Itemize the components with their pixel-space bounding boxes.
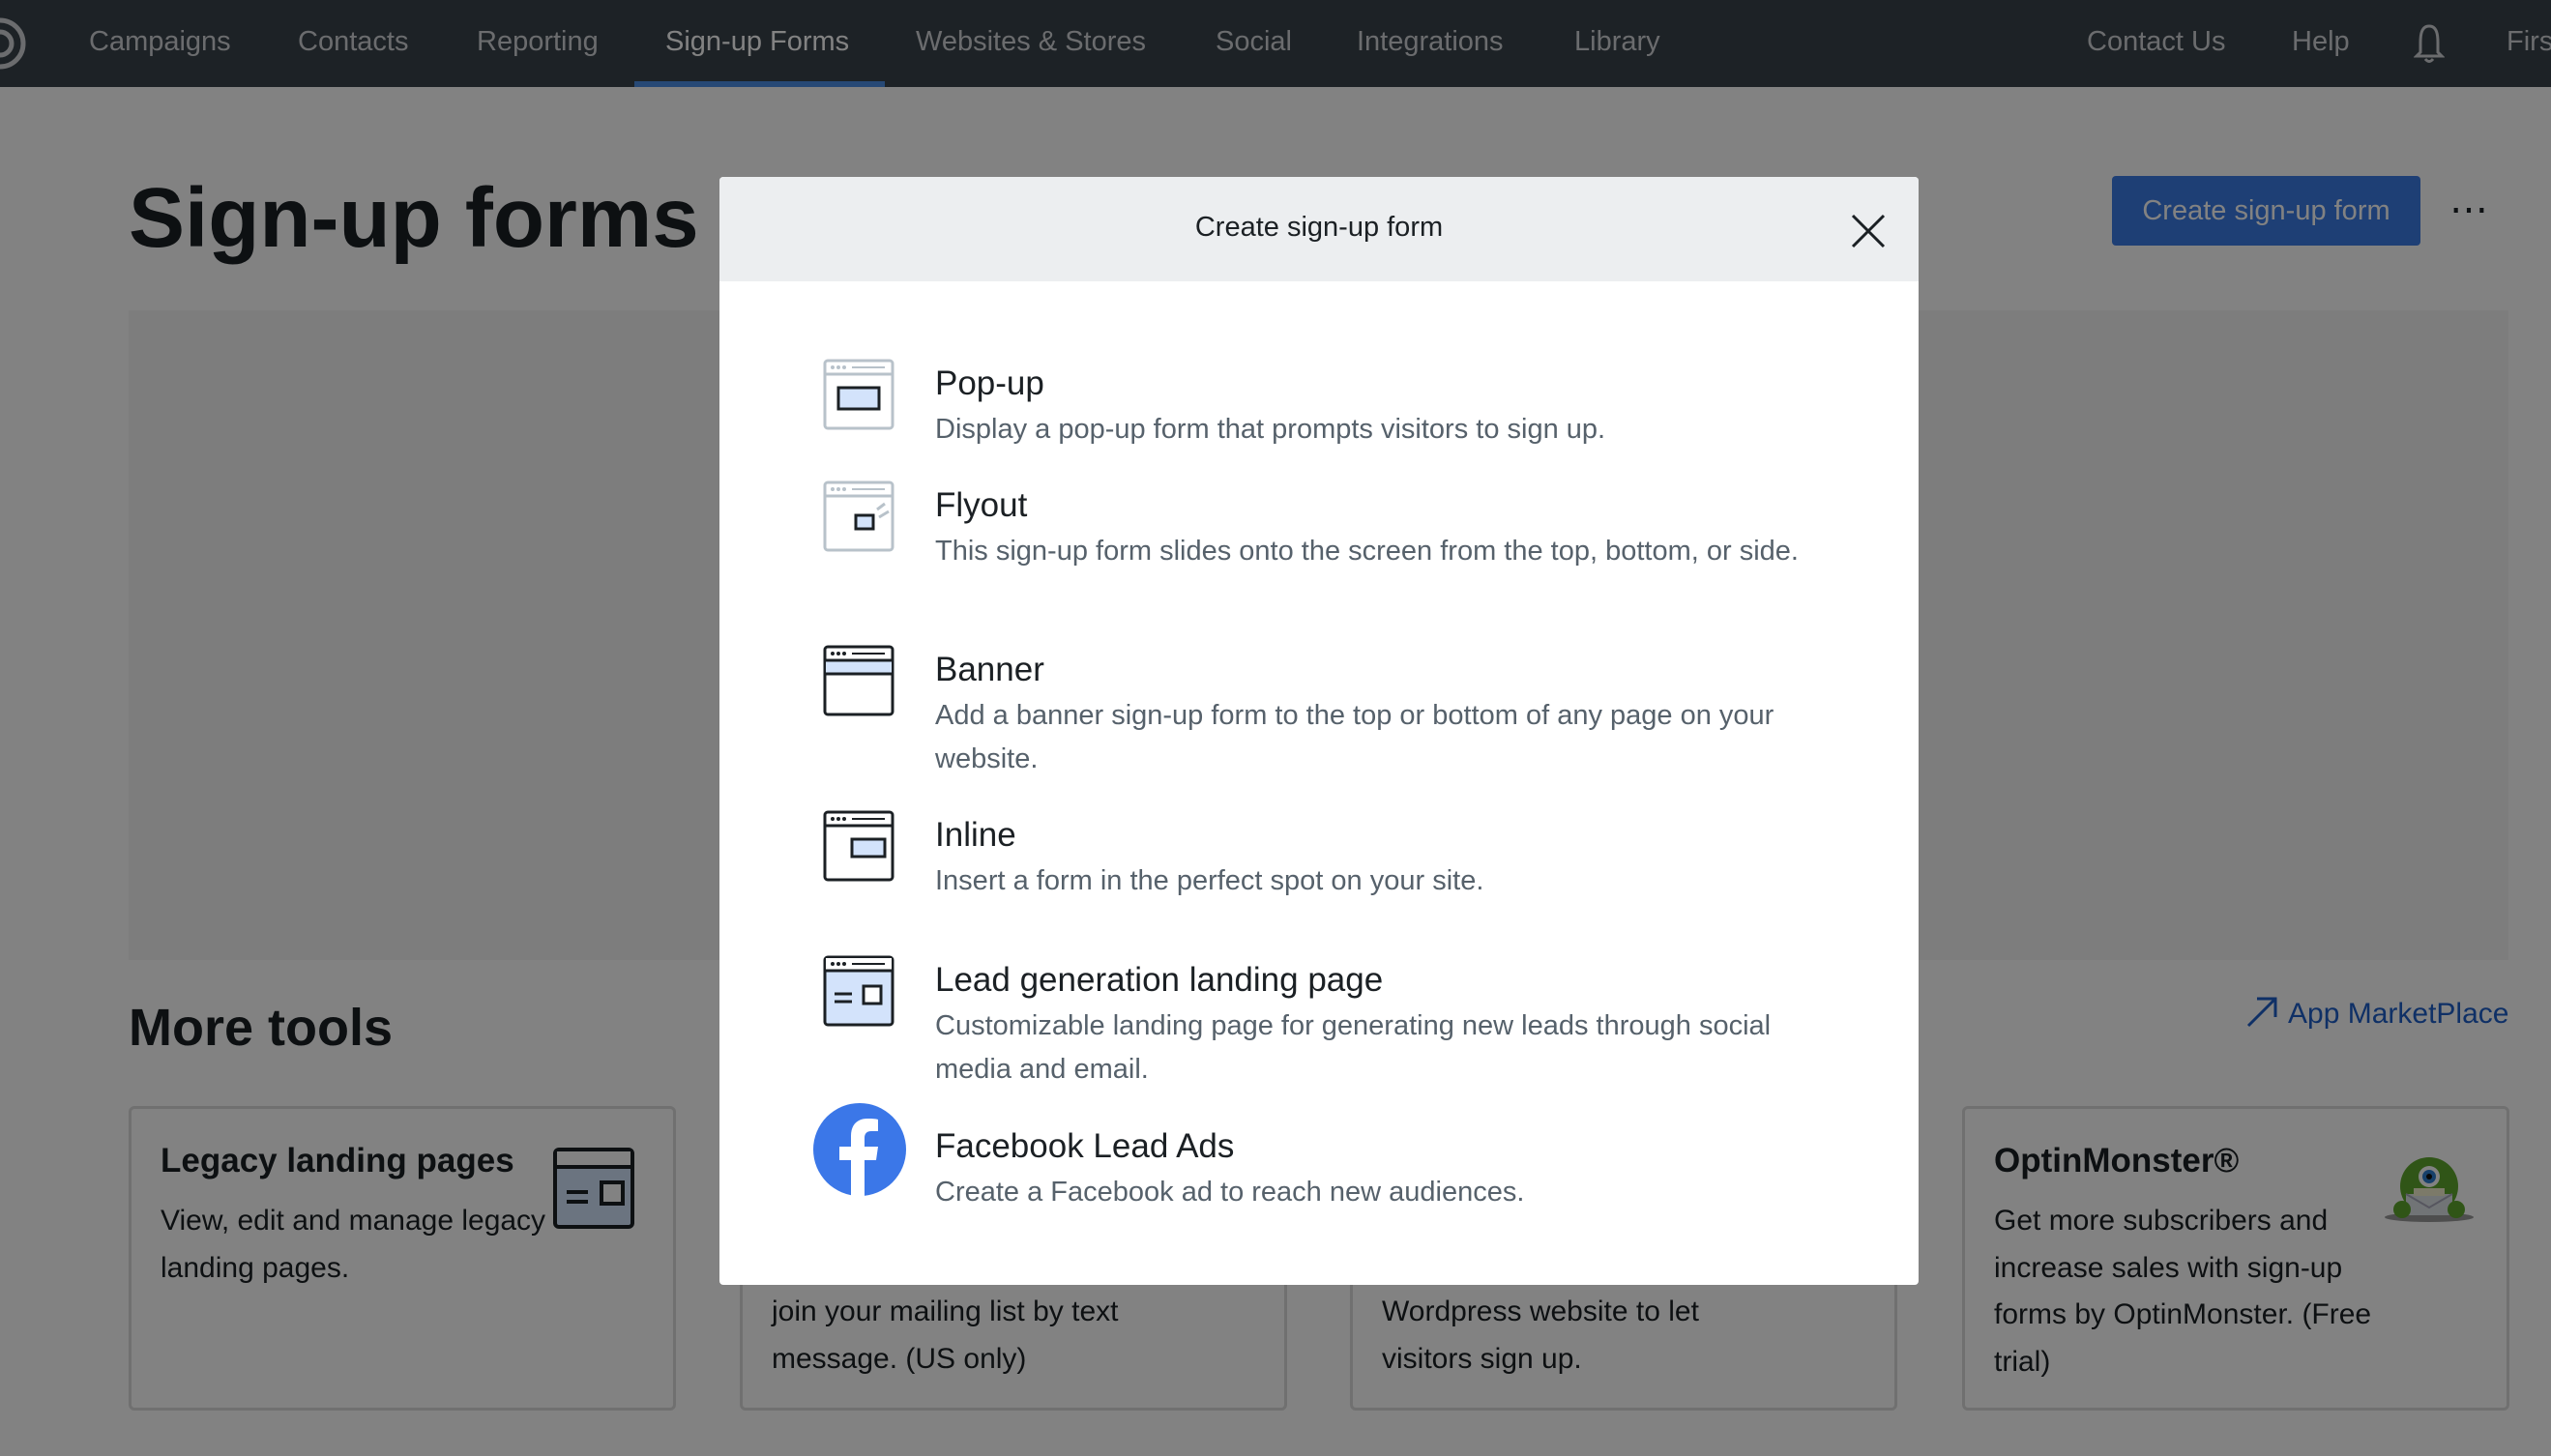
option-title: Pop-up	[935, 364, 1044, 402]
dialog-header: Create sign-up form	[719, 177, 1919, 281]
option-desc: Create a Facebook ad to reach new audien…	[935, 1177, 1525, 1208]
option-popup[interactable]: Pop-up Display a pop-up form that prompt…	[719, 359, 1919, 471]
option-desc: Insert a form in the perfect spot on you…	[935, 865, 1484, 896]
option-title: Facebook Lead Ads	[935, 1127, 1235, 1165]
banner-form-icon	[823, 645, 894, 716]
option-title: Flyout	[935, 486, 1028, 524]
popup-form-icon	[823, 359, 894, 430]
option-desc: Display a pop-up form that prompts visit…	[935, 414, 1606, 445]
close-icon[interactable]	[1849, 212, 1888, 250]
create-signup-form-dialog: Create sign-up form Pop-up Display a pop…	[719, 177, 1919, 1285]
option-flyout[interactable]: Flyout This sign-up form slides onto the…	[719, 480, 1919, 631]
option-title: Lead generation landing page	[935, 961, 1384, 999]
option-lead-generation-landing-page[interactable]: Lead generation landing page Customizabl…	[719, 955, 1919, 1106]
dialog-title: Create sign-up form	[1194, 212, 1444, 243]
flyout-form-icon	[823, 480, 894, 552]
option-title: Banner	[935, 651, 1044, 688]
option-facebook-lead-ads[interactable]: Facebook Lead Ads Create a Facebook ad t…	[719, 1103, 1919, 1234]
option-desc: Customizable landing page for generating…	[935, 1010, 1772, 1085]
option-desc: Add a banner sign-up form to the top or …	[935, 700, 1774, 774]
facebook-icon	[813, 1103, 906, 1196]
option-banner[interactable]: Banner Add a banner sign-up form to the …	[719, 645, 1919, 796]
option-title: Inline	[935, 816, 1016, 854]
landing-page-icon	[823, 955, 894, 1027]
option-desc: This sign-up form slides onto the screen…	[935, 536, 1799, 567]
inline-form-icon	[823, 810, 894, 882]
option-inline[interactable]: Inline Insert a form in the perfect spot…	[719, 810, 1919, 922]
